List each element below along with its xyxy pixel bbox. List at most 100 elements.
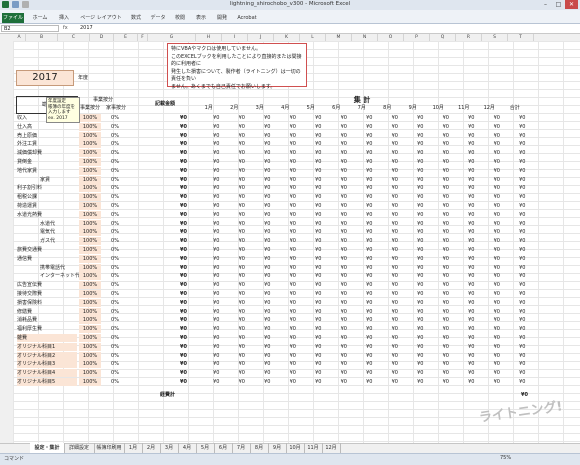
sheet-tab[interactable]: 8月 <box>250 443 269 453</box>
account-name[interactable]: 減価償却費 <box>17 149 42 157</box>
maximize-button[interactable]: □ <box>552 0 565 9</box>
name-box[interactable]: B2 <box>1 25 59 32</box>
account-name[interactable]: ガス代 <box>40 237 55 245</box>
jigyo-ratio[interactable]: 100% <box>79 175 101 184</box>
account-name[interactable]: オリジナル科目1 <box>17 342 77 351</box>
account-name[interactable]: 損害保険料 <box>17 299 42 307</box>
jigyo-ratio[interactable]: 100% <box>79 334 101 342</box>
jigyo-ratio[interactable]: 100% <box>79 140 101 149</box>
account-name[interactable]: 貸倒金 <box>17 158 32 166</box>
sheet-tab[interactable]: 4月 <box>178 443 197 453</box>
column-header[interactable]: D <box>90 34 114 41</box>
account-name[interactable]: 福利厚生費 <box>17 325 42 333</box>
column-header[interactable]: Q <box>430 34 456 41</box>
jigyo-ratio[interactable]: 100% <box>79 210 101 219</box>
sheet-tab[interactable]: 11月 <box>304 443 323 453</box>
jigyo-ratio[interactable]: 100% <box>79 246 101 254</box>
jigyo-ratio[interactable]: 100% <box>79 184 101 193</box>
sheet-tab[interactable]: 詳細設定 <box>64 443 95 453</box>
column-header[interactable]: G <box>148 34 196 41</box>
jigyo-ratio[interactable]: 100% <box>79 158 101 166</box>
jigyo-ratio[interactable]: 100% <box>79 114 101 122</box>
account-name[interactable]: オリジナル科目2 <box>17 351 77 360</box>
tab-home[interactable]: ホーム <box>30 13 50 23</box>
tab-acrobat[interactable]: Acrobat <box>234 13 260 23</box>
account-name[interactable]: 広告宣伝費 <box>17 281 42 289</box>
account-name[interactable]: 荷造運賃 <box>17 202 37 210</box>
tab-formulas[interactable]: 数式 <box>128 13 144 23</box>
tab-insert[interactable]: 挿入 <box>56 13 72 23</box>
account-name[interactable]: 収入 <box>17 114 27 122</box>
jigyo-ratio[interactable]: 100% <box>79 351 101 360</box>
jigyo-ratio[interactable]: 100% <box>79 149 101 158</box>
year-cell[interactable]: 2017 <box>16 70 74 86</box>
column-header[interactable]: L <box>300 34 326 41</box>
jigyo-ratio[interactable]: 100% <box>79 290 101 298</box>
account-name[interactable]: 利子割引料 <box>17 184 42 192</box>
zoom-level[interactable]: 75% <box>500 455 511 461</box>
sheet-tab[interactable]: 設定・集計 <box>30 443 65 453</box>
jigyo-ratio[interactable]: 100% <box>79 254 101 263</box>
close-button[interactable]: ✕ <box>565 0 578 9</box>
column-header[interactable]: A <box>13 34 26 41</box>
sheet-tab[interactable]: 帳簿印刷用 <box>94 443 125 453</box>
column-header[interactable]: K <box>274 34 300 41</box>
column-header[interactable]: N <box>352 34 378 41</box>
column-header[interactable]: S <box>482 34 508 41</box>
column-header[interactable]: O <box>378 34 404 41</box>
jigyo-ratio[interactable]: 100% <box>79 237 101 246</box>
column-header[interactable]: P <box>404 34 430 41</box>
column-header[interactable]: H <box>196 34 222 41</box>
jigyo-ratio[interactable]: 100% <box>79 219 101 228</box>
sheet-tab[interactable]: 10月 <box>286 443 305 453</box>
tab-data[interactable]: データ <box>149 13 167 23</box>
column-header[interactable]: E <box>114 34 138 41</box>
column-header[interactable]: C <box>58 34 90 41</box>
sheet-tab[interactable]: 6月 <box>214 443 233 453</box>
account-name[interactable]: オリジナル科目5 <box>17 378 77 386</box>
jigyo-ratio[interactable]: 100% <box>79 316 101 325</box>
jigyo-ratio[interactable]: 100% <box>79 369 101 378</box>
account-name[interactable]: 家賃 <box>40 176 50 184</box>
jigyo-ratio[interactable]: 100% <box>79 228 101 237</box>
jigyo-ratio[interactable]: 100% <box>79 281 101 290</box>
tab-view[interactable]: 表示 <box>193 13 209 23</box>
sheet-tab[interactable]: 5月 <box>196 443 215 453</box>
jigyo-ratio[interactable]: 100% <box>79 193 101 202</box>
column-header[interactable]: B <box>26 34 58 41</box>
account-name[interactable]: 修繕費 <box>17 308 32 316</box>
account-name[interactable]: 仕入高 <box>17 123 32 131</box>
account-name[interactable]: 消耗品費 <box>17 316 37 324</box>
jigyo-ratio[interactable]: 100% <box>79 263 101 272</box>
tab-review[interactable]: 校閲 <box>172 13 188 23</box>
account-name[interactable]: 電気代 <box>40 228 55 236</box>
account-name[interactable]: オリジナル科目3 <box>17 360 77 369</box>
jigyo-ratio[interactable]: 100% <box>79 342 101 351</box>
sheet-tab[interactable]: 9月 <box>268 443 287 453</box>
account-name[interactable]: 地代家賃 <box>17 167 37 175</box>
column-header[interactable]: I <box>222 34 248 41</box>
tab-developer[interactable]: 開発 <box>214 13 230 23</box>
sheet-tab[interactable]: 3月 <box>160 443 179 453</box>
jigyo-ratio[interactable]: 100% <box>79 272 101 281</box>
account-name[interactable]: オリジナル科目4 <box>17 369 77 378</box>
column-header[interactable]: F <box>138 34 148 41</box>
column-header[interactable]: M <box>326 34 352 41</box>
column-header[interactable]: R <box>456 34 482 41</box>
tab-file[interactable]: ファイル <box>2 13 24 23</box>
account-name[interactable]: 雑費 <box>17 334 77 342</box>
account-name[interactable]: 通信費 <box>17 255 32 263</box>
account-name[interactable]: 水道光熱費 <box>17 211 42 219</box>
sheet-tab[interactable]: 1月 <box>124 443 143 453</box>
fx-icon[interactable]: fx <box>63 25 68 32</box>
account-name[interactable]: 水道代 <box>40 220 55 228</box>
account-name[interactable]: 売上原価 <box>17 132 37 140</box>
column-header[interactable]: T <box>508 34 534 41</box>
jigyo-ratio[interactable]: 100% <box>79 298 101 307</box>
jigyo-ratio[interactable]: 100% <box>79 122 101 131</box>
account-name[interactable]: インターネット代 <box>40 272 80 280</box>
sheet-tab[interactable]: 2月 <box>142 443 161 453</box>
jigyo-ratio[interactable]: 100% <box>79 325 101 334</box>
sheet-tab[interactable]: 7月 <box>232 443 251 453</box>
jigyo-ratio[interactable]: 100% <box>79 202 101 210</box>
